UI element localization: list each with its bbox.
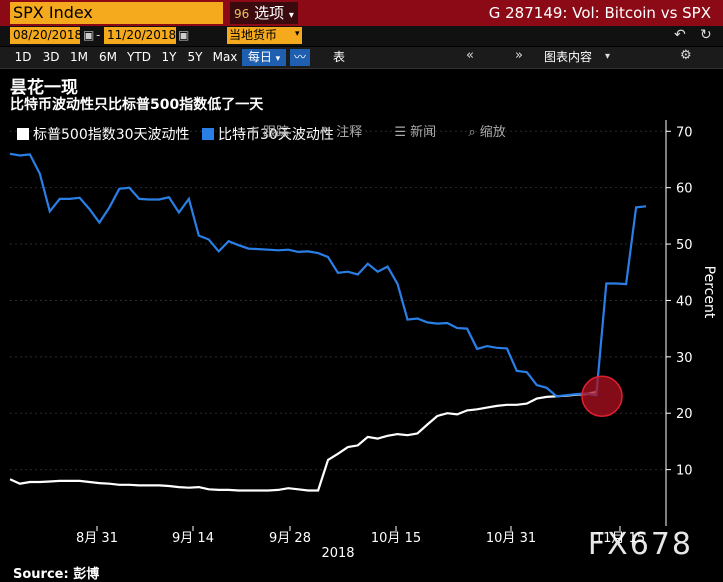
grid [10, 130, 666, 471]
zoom-tool[interactable]: ⌕ 缩放 [468, 125, 519, 140]
legend-swatch-spx [17, 128, 29, 140]
track-tool[interactable]: ✛ 跟踪 [248, 125, 303, 140]
series-line-spx [9, 390, 597, 492]
y-ticks: 10 20 30 40 50 60 70 [666, 125, 693, 479]
y-axis-label: Percent [701, 266, 717, 319]
chart-tools: ✛ 跟踪 ✎ 注释 ☰ 新闻 ⌕ 缩放 [248, 121, 534, 140]
y-tick-label: 50 [676, 238, 693, 253]
y-tick-label: 10 [676, 464, 693, 479]
legend-label-spx: 标普500指数30天波动性 [33, 127, 190, 143]
y-tick-label: 30 [676, 351, 693, 366]
annotate-tool[interactable]: ✎ 注释 [321, 125, 376, 140]
x-tick-label: 10月 15 [371, 531, 421, 546]
annotate-label: 注释 [336, 125, 363, 140]
y-tick-label: 60 [676, 182, 693, 197]
highlight-circle [581, 375, 623, 418]
x-tick-label: 10月 31 [486, 531, 536, 546]
news-tool[interactable]: ☰ 新闻 [394, 125, 450, 140]
y-tick-label: 70 [676, 125, 693, 140]
x-ticks: 8月 31 9月 14 9月 28 10月 15 10月 31 11月 15 [76, 526, 645, 546]
news-label: 新闻 [410, 125, 437, 140]
x-tick-label: 9月 28 [269, 531, 311, 546]
series-line-bitcoin [9, 152, 647, 398]
x-tick-label: 9月 14 [172, 531, 214, 546]
x-tick-label: 8月 31 [76, 531, 118, 546]
source-label: Source: 彭博 [13, 567, 100, 582]
year-label: 2018 [321, 546, 354, 561]
y-tick-label: 40 [676, 294, 693, 309]
zoom-label: 缩放 [479, 125, 506, 140]
track-label: 跟踪 [263, 125, 290, 140]
watermark: FX678 [587, 527, 693, 562]
y-tick-label: 20 [676, 407, 693, 422]
chart-plot: 10 20 30 40 50 60 70 8月 31 9月 14 9月 28 10月 15 10月 … [9, 120, 717, 561]
legend-swatch-bitcoin [202, 128, 214, 140]
